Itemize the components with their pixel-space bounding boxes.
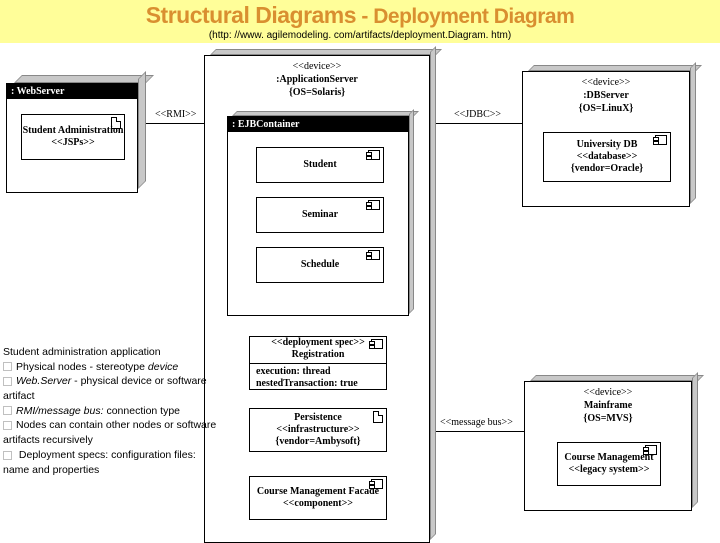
bullet-icon — [3, 451, 12, 460]
note-bullet-4: Nodes can contain other nodes or softwar… — [3, 418, 223, 447]
b2a: Web.Server — [16, 375, 71, 387]
notes-block: Student administration application Physi… — [3, 345, 223, 477]
db-name: University DB — [577, 139, 638, 151]
appserver-header: <<device>> :ApplicationServer {OS=Solari… — [205, 60, 429, 99]
artifact-schedule: Schedule — [256, 247, 384, 283]
mainframe-header: <<device>> Mainframe {OS=MVS} — [525, 386, 691, 425]
title-sub: Deployment Diagram — [373, 5, 574, 28]
document-icon — [373, 411, 383, 423]
artifact-student-admin-label: Student Administration <<JSPs>> — [22, 125, 124, 149]
title-bar: Structural Diagrams - Deployment Diagram… — [0, 0, 720, 43]
artifact-student-admin: Student Administration <<JSPs>> — [21, 114, 125, 160]
note-bullet-2: Web.Server - physical device or software… — [3, 374, 223, 403]
deployment-spec-registration: <<deployment spec>> Registration executi… — [249, 336, 387, 390]
component-icon — [368, 250, 380, 260]
artifact-student: Student — [256, 147, 384, 183]
persistence-stereo: <<infrastructure>> — [276, 424, 359, 436]
component-icon — [655, 135, 667, 145]
connector-rmi-label: <<RMI>> — [155, 109, 196, 120]
title-main: Structural Diagrams — [146, 2, 356, 28]
artifact-persistence: Persistence <<infrastructure>> {vendor=A… — [249, 408, 387, 452]
title-sep: - — [356, 5, 373, 28]
b1b: device — [148, 361, 178, 373]
bullet-icon — [3, 421, 12, 430]
subtitle-url: (http: //www. agilemodeling. com/artifac… — [0, 30, 720, 41]
facade-stereo: <<component>> — [283, 498, 353, 510]
appserver-stereo: <<device>> — [205, 60, 429, 73]
notes-heading: Student administration application — [3, 345, 223, 360]
artifact-seminar-label: Seminar — [302, 209, 338, 221]
mainframe-tag: {OS=MVS} — [525, 412, 691, 425]
dbserver-name: :DBServer — [523, 89, 689, 102]
bullet-icon — [3, 406, 12, 415]
persistence-name: Persistence — [294, 412, 342, 423]
depspec-p2: nestedTransaction: true — [256, 378, 380, 390]
artifact-seminar: Seminar — [256, 197, 384, 233]
webserver-header: : WebServer — [7, 84, 137, 99]
db-tag: {vendor=Oracle} — [571, 163, 643, 175]
note-bullet-1: Physical nodes - stereotype device — [3, 360, 223, 375]
depspec-stereo: <<deployment spec>> — [250, 337, 386, 349]
bullet-icon — [3, 362, 12, 371]
page-title: Structural Diagrams - Deployment Diagram — [0, 2, 720, 29]
b5: Deployment specs: configuration files: n… — [3, 449, 196, 476]
b1a: Physical nodes - stereotype — [16, 361, 148, 373]
facade-name: Course Management Facade — [257, 486, 379, 498]
depspec-p1: execution: thread — [256, 366, 380, 378]
db-stereo: <<database>> — [577, 151, 638, 163]
appserver-name: :ApplicationServer — [205, 73, 429, 86]
connector-rmi — [146, 123, 204, 124]
b3b: connection type — [104, 405, 180, 417]
artifact-university-db: University DB <<database>> {vendor=Oracl… — [543, 132, 671, 182]
artifact-student-label: Student — [303, 159, 336, 171]
component-icon — [645, 445, 657, 455]
ejbcontainer-header: : EJBContainer — [228, 117, 408, 132]
b4: Nodes can contain other nodes or softwar… — [3, 419, 216, 446]
course-stereo: <<legacy system>> — [569, 464, 650, 476]
artifact-course-mgmt: Course Management <<legacy system>> — [557, 442, 661, 486]
component-icon — [368, 200, 380, 210]
connector-jdbc-label: <<JDBC>> — [454, 109, 501, 120]
dbserver-header: <<device>> :DBServer {OS=LinuX} — [523, 76, 689, 115]
bullet-icon — [3, 377, 12, 386]
persistence-tag: {vendor=Ambysoft} — [275, 436, 360, 448]
component-icon — [371, 479, 383, 489]
note-bullet-3: RMI/message bus: connection type — [3, 404, 223, 419]
component-icon — [368, 150, 380, 160]
mainframe-name: Mainframe — [525, 399, 691, 412]
connector-msgbus-label: <<message bus>> — [440, 417, 513, 428]
appserver-tag: {OS=Solaris} — [205, 86, 429, 99]
connector-msgbus — [436, 431, 524, 432]
component-icon — [371, 339, 383, 349]
mainframe-stereo: <<device>> — [525, 386, 691, 399]
document-icon — [111, 117, 121, 129]
artifact-course-facade: Course Management Facade <<component>> — [249, 476, 387, 520]
dbserver-tag: {OS=LinuX} — [523, 102, 689, 115]
dbserver-stereo: <<device>> — [523, 76, 689, 89]
b3a: RMI/message bus: — [16, 405, 104, 417]
diagram-canvas: : WebServer Student Administration <<JSP… — [0, 43, 720, 543]
artifact-schedule-label: Schedule — [301, 259, 339, 271]
note-bullet-5: Deployment specs: configuration files: n… — [3, 448, 223, 477]
depspec-name: Registration — [250, 349, 386, 361]
connector-jdbc — [436, 123, 522, 124]
course-name: Course Management — [564, 452, 653, 464]
